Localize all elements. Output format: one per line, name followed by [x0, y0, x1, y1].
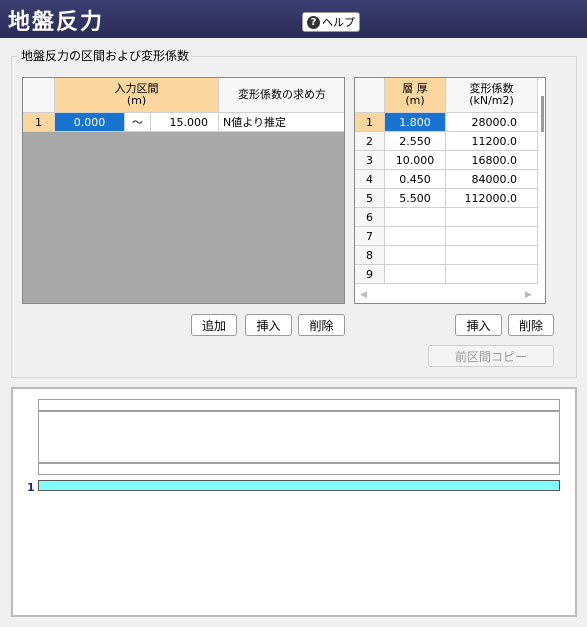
copy-previous-interval-button[interactable]: 前区間コピー [428, 345, 554, 367]
preview-row-label: 1 [27, 481, 35, 494]
thickness-cell[interactable]: 0.450 [385, 170, 446, 189]
delete-interval-button[interactable]: 削除 [298, 314, 345, 336]
interval-separator: 〜 [125, 113, 151, 132]
add-button[interactable]: 追加 [191, 314, 237, 336]
row-header-9[interactable]: 9 [355, 265, 385, 284]
modulus-cell[interactable]: 28000.0 [446, 113, 538, 132]
interval-to-cell[interactable]: 15.000 [151, 113, 219, 132]
window-title: 地盤反力 [8, 10, 105, 35]
modulus-cell[interactable]: 84000.0 [446, 170, 538, 189]
modulus-cell[interactable] [446, 265, 538, 284]
help-label: ヘルプ [322, 16, 355, 29]
row-header-1[interactable]: 1 [355, 113, 385, 132]
row-header-4[interactable]: 4 [355, 170, 385, 189]
arrow-right-icon[interactable]: ▶ [525, 290, 532, 300]
modulus-cell[interactable] [446, 227, 538, 246]
thickness-cell[interactable]: 1.800 [385, 113, 446, 132]
corner-cell [355, 78, 385, 113]
thickness-cell[interactable] [385, 227, 446, 246]
layer-table: 層 厚 (m) 変形係数 (kN/m2) 1 1.800 28000.0 2 2.550… [354, 77, 546, 304]
row-header-6[interactable]: 6 [355, 208, 385, 227]
preview-header-strip [38, 399, 560, 411]
thickness-cell[interactable] [385, 208, 446, 227]
arrow-left-icon[interactable]: ◀ [360, 290, 367, 300]
row-header-2[interactable]: 2 [355, 132, 385, 151]
row-header-5[interactable]: 5 [355, 189, 385, 208]
header-modulus[interactable]: 変形係数 (kN/m2) [446, 78, 538, 113]
thickness-cell[interactable]: 2.550 [385, 132, 446, 151]
header-input-range[interactable]: 入力区間 (m) [55, 78, 219, 113]
delete-layer-button[interactable]: 削除 [508, 314, 554, 336]
preview-panel: 1 [11, 387, 577, 617]
question-circle-icon: ? [307, 15, 320, 29]
modulus-cell[interactable]: 112000.0 [446, 189, 538, 208]
help-button[interactable]: ? ヘルプ [302, 12, 360, 32]
row-header-8[interactable]: 8 [355, 246, 385, 265]
header-method-label: 変形係数の求め方 [238, 88, 326, 101]
thickness-cell[interactable] [385, 265, 446, 284]
horizontal-scrollbar[interactable]: ◀ ▶ [355, 288, 545, 303]
group-label: 地盤反力の区間および変形係数 [18, 47, 193, 64]
preview-footer-strip [38, 463, 560, 475]
preview-box [38, 411, 560, 463]
modulus-cell[interactable] [446, 208, 538, 227]
insert-interval-button[interactable]: 挿入 [245, 314, 292, 336]
title-bar: 地盤反力 ? ヘルプ [0, 0, 587, 38]
modulus-cell[interactable]: 16800.0 [446, 151, 538, 170]
header-thickness-unit: (m) [405, 94, 425, 107]
interval-from-cell[interactable]: 0.000 [55, 113, 125, 132]
row-header-1[interactable]: 1 [23, 113, 55, 132]
header-modulus-unit: (kN/m2) [469, 94, 514, 107]
interval-bar-1[interactable] [38, 480, 560, 491]
interval-table: 入力区間 (m) 変形係数の求め方 1 0.000 〜 15.000 N値より推… [22, 77, 345, 304]
row-header-7[interactable]: 7 [355, 227, 385, 246]
vertical-scroll-thumb[interactable] [541, 96, 544, 132]
thickness-cell[interactable] [385, 246, 446, 265]
row-header-3[interactable]: 3 [355, 151, 385, 170]
header-method[interactable]: 変形係数の求め方 [219, 78, 344, 113]
header-input-unit: (m) [126, 94, 147, 107]
modulus-cell[interactable]: 11200.0 [446, 132, 538, 151]
header-thickness[interactable]: 層 厚 (m) [385, 78, 446, 113]
vertical-scrollbar[interactable] [538, 78, 545, 288]
corner-cell [23, 78, 55, 113]
thickness-cell[interactable]: 10.000 [385, 151, 446, 170]
thickness-cell[interactable]: 5.500 [385, 189, 446, 208]
modulus-cell[interactable] [446, 246, 538, 265]
insert-layer-button[interactable]: 挿入 [455, 314, 502, 336]
interval-method-cell[interactable]: N値より推定 [219, 113, 344, 132]
